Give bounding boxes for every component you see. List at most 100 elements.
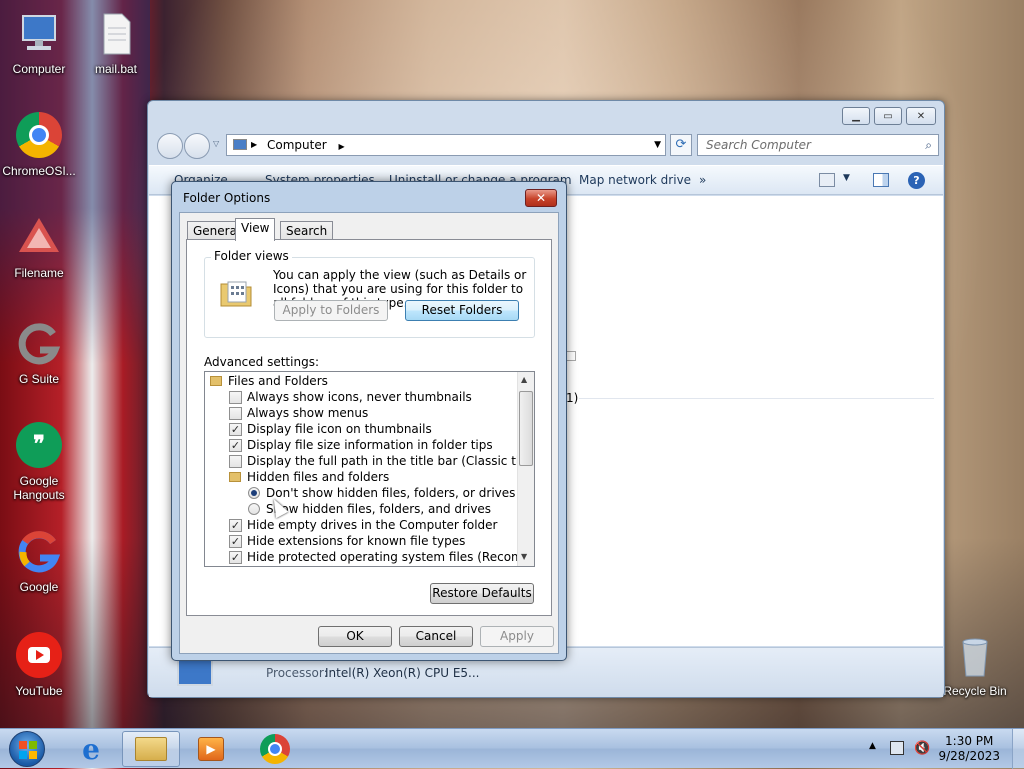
desktop-icon-label: G Suite: [18, 372, 60, 386]
setting-label[interactable]: Hide empty drives in the Computer folder: [247, 517, 497, 533]
list-item[interactable]: Always show menus: [229, 405, 368, 421]
desktop-icon-recycle-bin[interactable]: Recycle Bin: [937, 632, 1013, 698]
setting-label[interactable]: Display file icon on thumbnails: [247, 421, 432, 437]
tab-search[interactable]: Search: [280, 221, 334, 240]
list-item[interactable]: ✓ Hide protected operating system files …: [229, 549, 534, 565]
taskbar-windows-explorer[interactable]: [122, 731, 180, 767]
cancel-button[interactable]: Cancel: [399, 626, 473, 647]
desktop-icon-label: mail.bat: [94, 62, 138, 76]
collapse-icon[interactable]: [566, 351, 576, 361]
minimize-button[interactable]: ▁: [842, 107, 870, 125]
maximize-button[interactable]: ▭: [874, 107, 902, 125]
volume-muted-icon[interactable]: 🔇: [914, 741, 930, 756]
address-bar[interactable]: ▶ Computer ▶ ▼: [226, 134, 666, 156]
show-hidden-icons-icon[interactable]: ▲: [869, 741, 876, 751]
change-view-icon[interactable]: [819, 173, 835, 187]
tab-view[interactable]: View: [235, 218, 276, 241]
setting-label[interactable]: Show hidden files, folders, and drives: [266, 501, 491, 517]
scrollbar-thumb[interactable]: [519, 391, 533, 466]
taskbar: e ▶ ▲ 🔇 1:30 PM 9/28/2023: [0, 728, 1024, 769]
list-item[interactable]: ✓ Hide empty drives in the Computer fold…: [229, 517, 497, 533]
desktop-icon-filename[interactable]: Filename: [1, 214, 77, 280]
desktop-icon-mail-bat[interactable]: mail.bat: [78, 10, 154, 76]
media-player-icon: ▶: [198, 737, 224, 761]
setting-label[interactable]: Hide protected operating system files (R…: [247, 549, 534, 565]
start-button[interactable]: [0, 731, 54, 767]
apply-to-folders-button[interactable]: Apply to Folders: [274, 300, 388, 321]
reset-folders-button[interactable]: Reset Folders: [405, 300, 519, 321]
back-button[interactable]: [157, 133, 183, 159]
checkbox[interactable]: ✓: [229, 438, 242, 452]
taskbar-media-player[interactable]: ▶: [182, 731, 240, 767]
scrollbar[interactable]: ▲ ▼: [517, 372, 534, 566]
preview-pane-icon[interactable]: [873, 173, 889, 187]
map-network-drive-button[interactable]: Map network drive: [579, 173, 691, 187]
setting-label: Files and Folders: [228, 374, 328, 388]
taskbar-internet-explorer[interactable]: e: [62, 731, 120, 767]
desktop-icon-chromeos[interactable]: ChromeOSI...: [1, 112, 77, 178]
folder-views-icon: [219, 278, 253, 308]
youtube-icon: [15, 632, 63, 680]
desktop-icon-hangouts[interactable]: ❞ Google Hangouts: [1, 422, 77, 502]
show-desktop-button[interactable]: [1012, 729, 1024, 769]
restore-defaults-button[interactable]: Restore Defaults: [430, 583, 534, 604]
navigation-bar: ▽ ▶ Computer ▶ ▼ ⟳ Search Computer ⌕: [156, 133, 939, 159]
checkbox[interactable]: ✓: [229, 422, 242, 436]
search-input[interactable]: Search Computer ⌕: [697, 134, 939, 156]
checkbox[interactable]: [229, 454, 242, 468]
list-item[interactable]: Display the full path in the title bar (…: [229, 453, 534, 469]
scroll-down-icon[interactable]: ▼: [521, 552, 527, 561]
setting-label[interactable]: Don't show hidden files, folders, or dri…: [266, 485, 515, 501]
scroll-up-icon[interactable]: ▲: [521, 375, 527, 384]
forward-button[interactable]: [184, 133, 210, 159]
setting-label[interactable]: Always show icons, never thumbnails: [247, 389, 472, 405]
breadcrumb-arrow-icon[interactable]: ▶: [338, 142, 344, 151]
desktop-icon-gsuite[interactable]: G Suite: [1, 320, 77, 386]
list-item[interactable]: Don't show hidden files, folders, or dri…: [248, 485, 515, 501]
desktop-icon-google[interactable]: Google: [1, 528, 77, 594]
list-item[interactable]: ✓ Display file size information in folde…: [229, 437, 493, 453]
checkbox[interactable]: [229, 406, 242, 420]
radio-button[interactable]: [248, 503, 260, 515]
setting-label[interactable]: Hide extensions for known file types: [247, 533, 465, 549]
chevron-down-icon[interactable]: ▼: [654, 135, 661, 155]
more-commands-button[interactable]: »: [699, 173, 706, 187]
folder-views-label: Folder views: [211, 249, 292, 263]
help-icon[interactable]: ?: [908, 172, 925, 189]
breadcrumb[interactable]: Computer: [267, 138, 327, 152]
network-icon[interactable]: [890, 741, 904, 755]
folder-icon: [135, 737, 167, 761]
chrome-icon: [260, 734, 290, 764]
taskbar-chrome[interactable]: [246, 731, 304, 767]
list-item[interactable]: ✓ Display file icon on thumbnails: [229, 421, 432, 437]
setting-label[interactable]: Display file size information in folder …: [247, 437, 493, 453]
folder-options-dialog[interactable]: Folder Options ✕ General View Search Fol…: [171, 181, 567, 661]
checkbox[interactable]: ✓: [229, 550, 242, 564]
recent-pages-icon[interactable]: ▽: [213, 139, 219, 148]
checkbox[interactable]: [229, 390, 242, 404]
setting-label[interactable]: Display the full path in the title bar (…: [247, 453, 534, 469]
close-button[interactable]: ✕: [906, 107, 936, 125]
ok-button[interactable]: OK: [318, 626, 392, 647]
chevron-down-icon[interactable]: ▼: [843, 173, 850, 183]
list-item[interactable]: ✓ Hide extensions for known file types: [229, 533, 465, 549]
apply-button[interactable]: Apply: [480, 626, 554, 647]
clock[interactable]: 1:30 PM 9/28/2023: [938, 734, 1000, 764]
checkbox[interactable]: ✓: [229, 534, 242, 548]
desktop-icon-label: ChromeOSI...: [2, 164, 76, 178]
refresh-icon[interactable]: ⟳: [670, 134, 692, 156]
list-item: Files and Folders: [210, 373, 328, 389]
close-button[interactable]: ✕: [525, 189, 557, 207]
processor-label: Processor:: [266, 666, 328, 680]
recycle-bin-icon: [951, 632, 999, 680]
setting-label[interactable]: Always show menus: [247, 405, 368, 421]
radio-button[interactable]: [248, 487, 260, 499]
checkbox[interactable]: ✓: [229, 518, 242, 532]
processor-value: Intel(R) Xeon(R) CPU E5...: [325, 666, 480, 680]
desktop-icon-youtube[interactable]: YouTube: [1, 632, 77, 698]
desktop-icon-computer[interactable]: Computer: [1, 10, 77, 76]
advanced-settings-list[interactable]: Files and Folders Always show icons, nev…: [204, 371, 535, 567]
breadcrumb-arrow-icon[interactable]: ▶: [251, 135, 257, 155]
list-item[interactable]: Always show icons, never thumbnails: [229, 389, 472, 405]
hangouts-icon: ❞: [15, 422, 63, 470]
